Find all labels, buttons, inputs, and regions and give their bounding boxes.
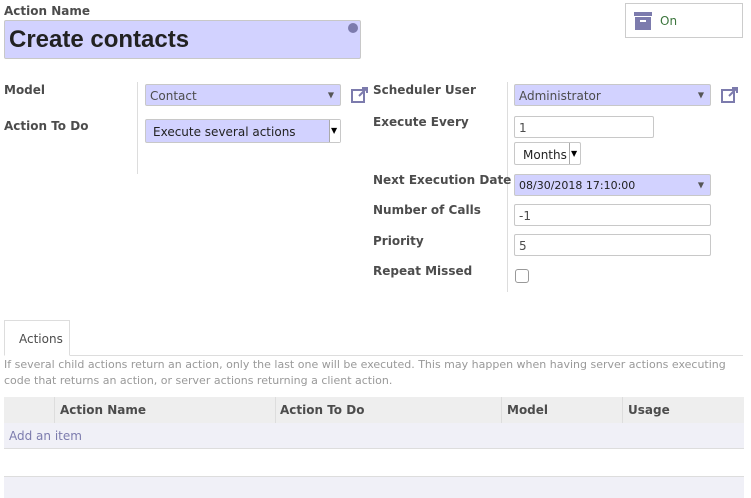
priority-input[interactable]: 5 <box>514 234 711 256</box>
action-todo-select[interactable]: Execute several actions ▼ <box>145 119 341 143</box>
execute-every-value: 1 <box>519 121 527 135</box>
scheduler-user-label: Scheduler User <box>373 83 476 97</box>
model-select[interactable]: Contact ▼ <box>145 84 341 106</box>
archive-icon <box>634 12 652 30</box>
chevron-down-icon: ▼ <box>697 90 704 100</box>
add-item-link[interactable]: Add an item <box>9 429 82 443</box>
column-separator <box>501 397 502 423</box>
chevron-down-icon: ▼ <box>571 149 578 158</box>
status-label: On <box>660 14 678 28</box>
column-header-action-todo[interactable]: Action To Do <box>280 397 364 423</box>
column-header-action-name[interactable]: Action Name <box>60 397 146 423</box>
help-text: If several child actions return an actio… <box>4 358 726 387</box>
repeat-missed-label: Repeat Missed <box>373 264 473 278</box>
external-link-icon[interactable] <box>721 86 739 104</box>
chevron-down-icon: ▼ <box>331 126 338 135</box>
left-column-separator <box>137 82 138 174</box>
action-todo-value: Execute several actions <box>153 125 296 139</box>
scheduler-user-value: Administrator <box>519 89 601 103</box>
repeat-missed-checkbox[interactable] <box>515 269 529 283</box>
table-row <box>4 449 744 476</box>
next-exec-label: Next Execution Date <box>373 173 512 187</box>
column-separator <box>275 397 276 423</box>
translate-globe-icon[interactable] <box>348 23 358 33</box>
table-row: Add an item <box>4 423 744 449</box>
right-column-separator <box>507 82 508 292</box>
interval-unit-value: Months <box>523 148 567 162</box>
num-calls-label: Number of Calls <box>373 203 481 217</box>
table-header: Action Name Action To Do Model Usage <box>4 397 744 423</box>
action-todo-label: Action To Do <box>4 119 89 133</box>
external-link-icon[interactable] <box>351 86 369 104</box>
next-exec-date-input[interactable]: 08/30/2018 17:10:00 ▼ <box>514 174 711 196</box>
next-exec-value: 08/30/2018 17:10:00 <box>519 179 636 192</box>
column-header-usage[interactable]: Usage <box>628 397 670 423</box>
action-name-value: Create contacts <box>9 26 190 53</box>
priority-value: 5 <box>519 239 527 253</box>
execute-every-input[interactable]: 1 <box>514 116 654 138</box>
column-separator <box>54 397 55 423</box>
column-header-model[interactable]: Model <box>507 397 548 423</box>
chevron-down-icon: ▼ <box>327 90 334 100</box>
num-calls-input[interactable]: -1 <box>514 204 711 226</box>
select-button: ▼ <box>329 120 340 142</box>
tab-bar-line <box>4 355 743 356</box>
active-toggle-button[interactable]: On <box>625 3 743 38</box>
scheduler-user-select[interactable]: Administrator ▼ <box>514 84 711 106</box>
table-footer <box>4 476 744 498</box>
interval-unit-select[interactable]: Months ▼ <box>514 142 581 165</box>
num-calls-value: -1 <box>519 209 531 223</box>
column-separator <box>622 397 623 423</box>
model-value: Contact <box>150 89 197 103</box>
action-name-label: Action Name <box>4 4 90 18</box>
chevron-down-icon: ▼ <box>697 180 704 190</box>
execute-every-label: Execute Every <box>373 115 469 129</box>
model-label: Model <box>4 83 46 97</box>
tab-actions-label: Actions <box>19 332 63 346</box>
select-button: ▼ <box>569 143 580 164</box>
action-name-input[interactable]: Create contacts <box>4 20 361 59</box>
priority-label: Priority <box>373 234 424 248</box>
tab-actions[interactable]: Actions <box>4 320 70 356</box>
